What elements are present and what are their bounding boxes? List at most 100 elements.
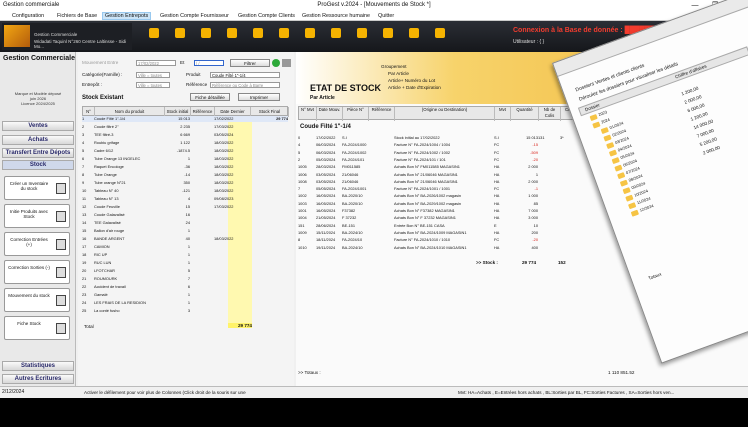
table-row[interactable]: 9 Tube orange N°21 350 18/03/2022 (82, 180, 288, 186)
table-row[interactable]: 25 La conté fusho 3 (82, 308, 288, 314)
table-row[interactable]: 23 Gamalé 1 (82, 292, 288, 298)
table-row[interactable]: 12 Coude Feuville 15 17/03/2022 (82, 204, 288, 210)
stock-movement-button[interactable]: Mouvement du stock (4, 288, 70, 312)
table-row[interactable]: 1006 03/05/2024 21/06046 Achats Bon N° 21/0… (298, 172, 638, 178)
table-row[interactable]: 7 05/05/2024 FA-2024/1001 Facture N° FA-202… (298, 186, 638, 192)
table-cell: F37382 (342, 208, 356, 213)
group-icon[interactable] (250, 25, 266, 41)
table-row[interactable]: 0 17/02/2022 S.I Stock initial au 17/02/202… (298, 135, 638, 141)
table-row[interactable]: 1004 21/05/2024 F 37232 Achats Bon N° F 372… (298, 215, 638, 221)
grouping-option-expiry[interactable]: Article + Date d'Expiration (388, 85, 441, 90)
table-row[interactable]: 4 06/03/2024 FA-2024/1000 Facture N° FA-202… (298, 142, 638, 148)
init-products-label: Initie Produits avec Stock (9, 209, 49, 219)
table-row[interactable]: 19 RUC LUN 1 (82, 260, 288, 266)
table-row[interactable]: 5 Cadre 6/12 -1874.5 18/03/2022 (82, 148, 288, 154)
menu-quitter[interactable]: Quitter (376, 13, 396, 19)
table-row[interactable]: 3 TEE filtré-3 6 669 03/05/2024 (82, 132, 288, 138)
table-row[interactable]: 17 CAMION 1 (82, 244, 288, 250)
menu-gestion-compte-fournisseur[interactable]: Gestion Compte Fournisseur (158, 13, 231, 19)
date-from-input[interactable]: 17/02/2022 (136, 60, 176, 66)
table-cell: 19 (82, 260, 87, 265)
table-row[interactable]: 2 Coude filtré 2" 2 235 17/03/2022 (82, 124, 288, 130)
check-icon[interactable] (272, 59, 280, 67)
report-col-header[interactable]: (Origine ou Destination) (395, 107, 495, 121)
table-row[interactable]: 4 Roubiu grifage 1 122 18/03/2022 (82, 140, 288, 146)
table-row[interactable]: 1005 28/03/2024 FM011585 Achats Bon N° FM01… (298, 164, 638, 170)
menu-gestion-compte-clients[interactable]: Gestion Compte Clients (236, 13, 297, 19)
table-row[interactable]: 13 Coude Galavalisé 16 (82, 212, 288, 218)
report-col-header[interactable]: Référence (369, 107, 395, 121)
correction-in-button[interactable]: Correction Entrées (+) (4, 232, 70, 256)
cart-icon[interactable] (146, 25, 162, 41)
report-col-header[interactable]: Nb de Colis (539, 107, 561, 121)
section-ventes[interactable]: Ventes (2, 121, 74, 131)
menu-fichiers-de-base[interactable]: Fichiers de Base (55, 13, 99, 19)
table-row[interactable]: 21 ROUMOURK 7 (82, 276, 288, 282)
reference-input[interactable]: Référence ou Code à Barre (210, 82, 280, 88)
filter-button[interactable]: Filtrer (230, 59, 270, 67)
document-icon[interactable] (328, 25, 344, 41)
table-row[interactable]: 2 05/03/2024 FA-2024/101 Facture N° FA-2024… (298, 157, 638, 163)
table-row[interactable]: 8 18/11/2024 FA-2024/10 Facture N° FA-2024/… (298, 237, 638, 243)
menu-gestion-ressource-humaine[interactable]: Gestion Ressource humaine (300, 13, 372, 19)
customer-icon[interactable] (172, 25, 188, 41)
section-transfert[interactable]: Transfert Entre Dépots (2, 148, 74, 158)
menu-configuration[interactable]: Configuration (10, 13, 46, 19)
invoice-icon[interactable] (276, 25, 292, 41)
clear-filter-icon[interactable] (282, 59, 291, 67)
section-statistiques[interactable]: Statistiques (2, 361, 74, 371)
table-row[interactable]: 20 LFOTCHAR 5 (82, 268, 288, 274)
table-row[interactable]: 1002 16/05/2024 BA-2020/10 Achats Bon N° BA… (298, 193, 638, 199)
table-row[interactable]: 7 Raquet Encologe -36 18/03/2022 (82, 164, 288, 170)
create-inventory-button[interactable]: Créer un Inventaire du stock (4, 176, 70, 200)
table-row[interactable]: 10 Tableau N° 40 -121 18/03/2022 (82, 188, 288, 194)
grouping-option-lot[interactable]: Article+ Numéro du Lot (388, 78, 435, 83)
report-col-header[interactable]: Date Mouv. (317, 107, 343, 121)
table-row[interactable]: 1010 19/11/2024 BA-2024/10 Achats Bon N° BA… (298, 245, 638, 251)
product-select[interactable]: Coude Filté 1"-1/4 (210, 72, 280, 78)
correction-out-button[interactable]: Correction Sorties (-) (4, 260, 70, 284)
report-col-header[interactable]: Mvt (495, 107, 511, 121)
category-select[interactable]: Ville = toutes (136, 72, 170, 78)
init-products-button[interactable]: Initie Produits avec Stock (4, 204, 70, 228)
table-row[interactable]: 1008 03/05/2024 21/06046 Achats Bon N° 21/0… (298, 179, 638, 185)
table-row[interactable]: 151 28/06/2024 BE-151 Entrée Bon N° BE-151 … (298, 223, 638, 229)
date-to-input[interactable]: / / (194, 60, 224, 66)
table-cell: Facture N° FA-2024/1004 / 1004 (394, 142, 451, 148)
table-row[interactable]: 1009 15/11/2024 BA-2024/10 Achats Bon N° BA… (298, 230, 638, 236)
section-autres-ecritures[interactable]: Autres Ecritures (2, 374, 74, 384)
table-row[interactable]: 6 Tube Orange 13 INGELEC 1 18/03/2022 (82, 156, 288, 162)
table-cell: FC (494, 142, 500, 148)
chart-icon[interactable] (302, 25, 318, 41)
users-icon[interactable] (380, 25, 396, 41)
table-row[interactable]: 1003 16/05/2024 BA-2020/10 Achats Bon N° BA… (298, 201, 638, 207)
report-col-header[interactable]: Quantité (511, 107, 539, 121)
table-row[interactable]: 24 LES FRAIS DE LA RESIDION 1 (82, 300, 288, 306)
table-row[interactable]: 15 Ballon d'air rouge 1 (82, 228, 288, 234)
menu-gestion-entrepots[interactable]: Gestion Entrepots (102, 12, 152, 20)
table-cell: 4 (82, 140, 85, 145)
table-row[interactable]: 5 06/03/2024 FA-2024/1002 Facture N° FA-202… (298, 150, 638, 156)
print-button[interactable]: Imprimer (238, 93, 280, 101)
supplier-icon[interactable] (224, 25, 240, 41)
table-row[interactable]: 22 Accident de travail 6 (82, 284, 288, 290)
truck-icon[interactable] (198, 25, 214, 41)
warehouse-select[interactable]: Ville = toutes (136, 82, 170, 88)
table-row[interactable]: 1001 16/05/2024 F37382 Achats Bon N° F37382… (298, 208, 638, 214)
section-stock[interactable]: Stock (2, 160, 74, 170)
table-row[interactable]: 14 TEE Galavalisé 24 (82, 220, 288, 226)
table-row[interactable]: 18 RIC UP 1 (82, 252, 288, 258)
section-achats[interactable]: Achats (2, 135, 74, 145)
detailed-sheet-button[interactable]: Fiche détaillée (190, 93, 230, 101)
table-row[interactable]: 16 BANDE ARGENT 40 18/03/2022 (82, 236, 288, 242)
table-row[interactable]: 1 Coude Filté 1"-1/4 15 013 17/02/2022 29 77… (82, 116, 288, 123)
payment-icon[interactable] (406, 25, 422, 41)
grouping-option-article[interactable]: Par Article (388, 71, 409, 76)
stock-sheet-button[interactable]: Fiche Stock (4, 316, 70, 340)
table-row[interactable]: 8 Tube Orange -14 18/03/2022 (82, 172, 288, 178)
box-icon[interactable] (432, 25, 448, 41)
report-col-header[interactable]: N° Mvt (299, 107, 317, 121)
report-col-header[interactable]: Pièce N° (343, 107, 369, 121)
table-row[interactable]: 11 Tableau N° 13 4 09/08/2023 (82, 196, 288, 202)
help-icon[interactable] (354, 25, 370, 41)
